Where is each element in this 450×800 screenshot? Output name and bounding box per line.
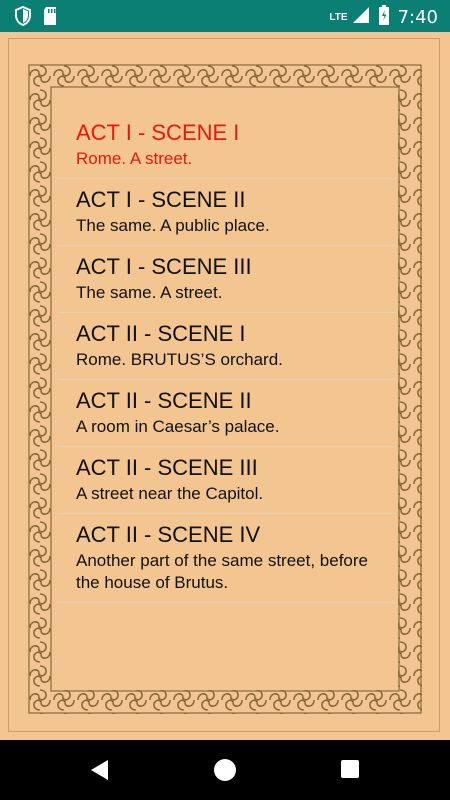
scene-list-item[interactable]: ACT II - SCENE II A room in Caesar’s pala… xyxy=(58,380,396,447)
status-bar: LTE 7:40 xyxy=(0,0,450,32)
scene-title: ACT II - SCENE I xyxy=(76,321,246,346)
scene-title: ACT I - SCENE III xyxy=(76,254,252,279)
scene-list-item[interactable]: ACT II - SCENE III A street near the Capi… xyxy=(58,447,396,514)
scene-description: A street near the Capitol. xyxy=(76,484,264,503)
scene-title: ACT II - SCENE III xyxy=(76,455,258,480)
scene-list-item[interactable]: ACT II - SCENE IV Another part of the sam… xyxy=(58,514,396,603)
scene-list-item[interactable]: ACT I - SCENE I Rome. A street. xyxy=(58,112,396,179)
scene-list-item[interactable]: ACT II - SCENE I Rome. BRUTUS’S orchard. xyxy=(58,313,396,380)
scene-description: A room in Caesar’s palace. xyxy=(76,417,280,436)
scene-title: ACT I - SCENE II xyxy=(76,187,246,212)
recents-icon[interactable] xyxy=(340,759,360,784)
clock: 7:40 xyxy=(397,7,438,28)
scene-description: The same. A public place. xyxy=(76,216,270,235)
battery-icon xyxy=(378,5,390,30)
home-icon[interactable] xyxy=(213,758,237,787)
scene-title: ACT II - SCENE II xyxy=(76,388,252,413)
scene-description: Rome. BRUTUS’S orchard. xyxy=(76,350,283,369)
lte-signal-icon xyxy=(352,6,370,29)
scene-list-item[interactable]: ACT I - SCENE II The same. A public place… xyxy=(58,179,396,246)
scene-list: ACT I - SCENE I Rome. A street. ACT I - SC… xyxy=(58,112,396,603)
scene-description: The same. A street. xyxy=(76,283,223,302)
scene-description: Another part of the same street, before … xyxy=(76,551,368,592)
app-content: ACT I - SCENE I Rome. A street. ACT I - SC… xyxy=(0,32,450,740)
shield-icon xyxy=(14,5,32,31)
network-type: LTE xyxy=(329,12,348,23)
scene-title: ACT II - SCENE IV xyxy=(76,522,261,547)
back-icon[interactable] xyxy=(88,758,110,787)
scene-title: ACT I - SCENE I xyxy=(76,120,240,145)
scene-list-item[interactable]: ACT I - SCENE III The same. A street. xyxy=(58,246,396,313)
scene-description: Rome. A street. xyxy=(76,149,193,168)
sd-card-icon xyxy=(42,6,58,31)
navigation-bar xyxy=(0,740,450,800)
